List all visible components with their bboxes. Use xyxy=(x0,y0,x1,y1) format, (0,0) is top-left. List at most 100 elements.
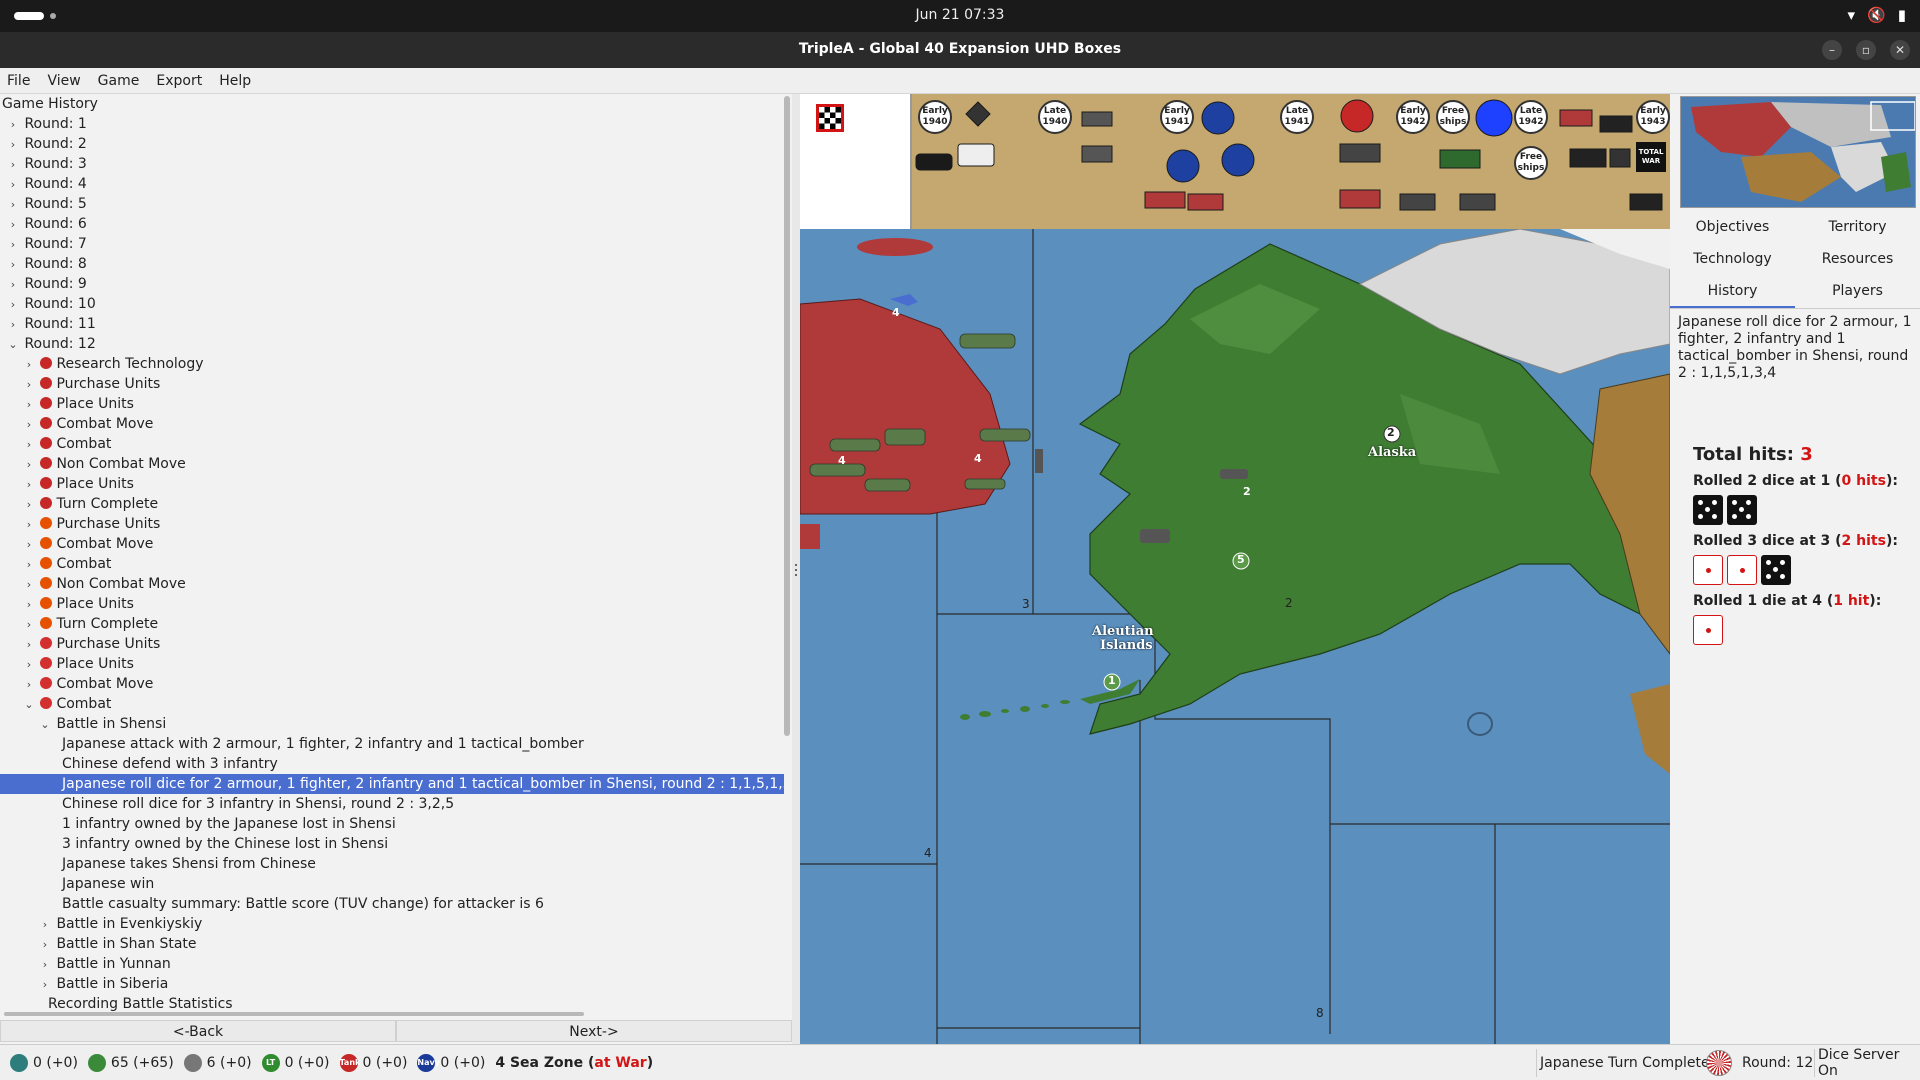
tech-badge[interactable]: Free ships xyxy=(1514,146,1548,180)
tree-node-step[interactable]: Recording Battle Statistics xyxy=(0,994,784,1014)
chevron-right-icon[interactable]: › xyxy=(22,675,36,695)
history-vertical-scrollbar[interactable] xyxy=(784,96,790,736)
chevron-right-icon[interactable]: › xyxy=(6,215,20,235)
game-map[interactable]: Alaska Aleutian Islands 2 5 1 3 2 4 8 4 … xyxy=(800,94,1670,1044)
tab-history[interactable]: History xyxy=(1670,276,1795,308)
chevron-right-icon[interactable]: › xyxy=(22,515,36,535)
chevron-right-icon[interactable]: › xyxy=(6,275,20,295)
tree-node-step[interactable]: › Purchase Units xyxy=(0,374,784,394)
tree-node-event[interactable]: 3 infantry owned by the Chinese lost in … xyxy=(0,834,784,854)
chevron-right-icon[interactable]: › xyxy=(6,135,20,155)
tree-node-step[interactable]: › Combat Move xyxy=(0,414,784,434)
chevron-right-icon[interactable]: › xyxy=(38,975,52,995)
tree-node-round[interactable]: › Round: 1 xyxy=(0,114,784,134)
tree-node-battle[interactable]: › Battle in Siberia xyxy=(0,974,784,994)
tree-node-step[interactable]: › Place Units xyxy=(0,594,784,614)
tab-resources[interactable]: Resources xyxy=(1795,244,1920,274)
history-header[interactable]: Game History xyxy=(0,94,784,114)
map-canvas[interactable] xyxy=(800,94,1670,1044)
tree-node-step[interactable]: › Combat xyxy=(0,554,784,574)
chevron-down-icon[interactable]: ⌄ xyxy=(38,715,52,735)
tech-badge[interactable]: Early 1940 xyxy=(918,100,952,134)
tree-node-event-selected[interactable]: Japanese roll dice for 2 armour, 1 fight… xyxy=(0,774,784,794)
panel-splitter[interactable] xyxy=(792,94,800,1044)
tree-node-round[interactable]: › Round: 2 xyxy=(0,134,784,154)
os-clock[interactable]: Jun 21 07:33 xyxy=(0,7,1920,23)
tech-badge[interactable]: Late 1940 xyxy=(1038,100,1072,134)
chevron-right-icon[interactable]: › xyxy=(6,315,20,335)
tech-badge[interactable]: Early 1941 xyxy=(1160,100,1194,134)
chevron-right-icon[interactable]: › xyxy=(6,115,20,135)
tree-node-step[interactable]: › Combat xyxy=(0,434,784,454)
tree-node-round[interactable]: ⌄ Round: 12 xyxy=(0,334,784,354)
tree-node-event[interactable]: Japanese win xyxy=(0,874,784,894)
chevron-right-icon[interactable]: › xyxy=(22,635,36,655)
tree-node-event[interactable]: 1 infantry owned by the Japanese lost in… xyxy=(0,814,784,834)
tree-node-step[interactable]: › Place Units xyxy=(0,394,784,414)
tab-players[interactable]: Players xyxy=(1795,276,1920,308)
minimize-button[interactable]: – xyxy=(1822,40,1842,60)
chevron-right-icon[interactable]: › xyxy=(22,655,36,675)
tab-objectives[interactable]: Objectives xyxy=(1670,212,1795,242)
chevron-right-icon[interactable]: › xyxy=(22,455,36,475)
tech-badge[interactable]: Early 1943 xyxy=(1636,100,1670,134)
tree-node-step[interactable]: › Combat Move xyxy=(0,534,784,554)
chevron-right-icon[interactable]: › xyxy=(38,915,52,935)
chevron-right-icon[interactable]: › xyxy=(38,955,52,975)
tree-node-event[interactable]: Chinese defend with 3 infantry xyxy=(0,754,784,774)
tab-territory[interactable]: Territory xyxy=(1795,212,1920,242)
tree-node-event[interactable]: Battle casualty summary: Battle score (T… xyxy=(0,894,784,914)
chevron-right-icon[interactable]: › xyxy=(22,495,36,515)
chevron-down-icon[interactable]: ⌄ xyxy=(6,335,20,355)
chevron-right-icon[interactable]: › xyxy=(22,435,36,455)
system-tray[interactable]: ▾ 🔇 ▮ xyxy=(1848,6,1906,24)
tree-node-battle[interactable]: ⌄ Battle in Shensi xyxy=(0,714,784,734)
minimap-canvas[interactable] xyxy=(1681,97,1916,208)
tree-node-round[interactable]: › Round: 5 xyxy=(0,194,784,214)
menu-game[interactable]: Game xyxy=(98,73,140,89)
tree-node-step[interactable]: › Research Technology xyxy=(0,354,784,374)
tree-node-battle[interactable]: › Battle in Evenkiyskiy xyxy=(0,914,784,934)
tree-node-step[interactable]: › Purchase Units xyxy=(0,514,784,534)
tree-node-round[interactable]: › Round: 7 xyxy=(0,234,784,254)
tree-node-step[interactable]: › Turn Complete xyxy=(0,614,784,634)
total-war-badge[interactable]: TOTAL WAR xyxy=(1636,142,1666,172)
tree-node-step[interactable]: › Turn Complete xyxy=(0,494,784,514)
chevron-right-icon[interactable]: › xyxy=(6,195,20,215)
tree-node-event[interactable]: Chinese roll dice for 3 infantry in Shen… xyxy=(0,794,784,814)
tree-node-step[interactable]: › Place Units xyxy=(0,654,784,674)
chevron-right-icon[interactable]: › xyxy=(22,555,36,575)
tech-badge[interactable]: Early 1942 xyxy=(1396,100,1430,134)
tree-node-event[interactable]: Japanese attack with 2 armour, 1 fighter… xyxy=(0,734,784,754)
menu-file[interactable]: File xyxy=(7,73,30,89)
chevron-right-icon[interactable]: › xyxy=(6,175,20,195)
tech-badge[interactable]: Free ships xyxy=(1436,100,1470,134)
tree-node-step[interactable]: › Purchase Units xyxy=(0,634,784,654)
tree-node-round[interactable]: › Round: 4 xyxy=(0,174,784,194)
close-button[interactable]: ✕ xyxy=(1890,40,1910,60)
tree-node-step[interactable]: › Combat Move xyxy=(0,674,784,694)
tree-node-round[interactable]: › Round: 10 xyxy=(0,294,784,314)
chevron-down-icon[interactable]: ⌄ xyxy=(22,695,36,715)
battery-icon[interactable]: ▮ xyxy=(1898,6,1906,24)
chevron-right-icon[interactable]: › xyxy=(6,235,20,255)
tree-node-step[interactable]: ⌄ Combat xyxy=(0,694,784,714)
menu-view[interactable]: View xyxy=(47,73,80,89)
menu-export[interactable]: Export xyxy=(156,73,202,89)
menu-help[interactable]: Help xyxy=(219,73,251,89)
tree-node-step[interactable]: › Non Combat Move xyxy=(0,454,784,474)
tree-node-round[interactable]: › Round: 11 xyxy=(0,314,784,334)
tree-node-battle[interactable]: › Battle in Shan State xyxy=(0,934,784,954)
tree-node-step[interactable]: › Place Units xyxy=(0,474,784,494)
volume-muted-icon[interactable]: 🔇 xyxy=(1867,6,1886,24)
tech-unit-strip[interactable]: Early 1940 Late 1940 Early 1941 Late 1941 Ea… xyxy=(800,94,1670,229)
tech-badge[interactable]: Late 1941 xyxy=(1280,100,1314,134)
chevron-right-icon[interactable]: › xyxy=(22,595,36,615)
chevron-right-icon[interactable]: › xyxy=(22,535,36,555)
wifi-icon[interactable]: ▾ xyxy=(1848,6,1856,24)
tech-badge[interactable]: Late 1942 xyxy=(1514,100,1548,134)
chevron-right-icon[interactable]: › xyxy=(6,255,20,275)
tree-node-battle[interactable]: › Battle in Yunnan xyxy=(0,954,784,974)
tree-node-step[interactable]: › Non Combat Move xyxy=(0,574,784,594)
chevron-right-icon[interactable]: › xyxy=(22,615,36,635)
